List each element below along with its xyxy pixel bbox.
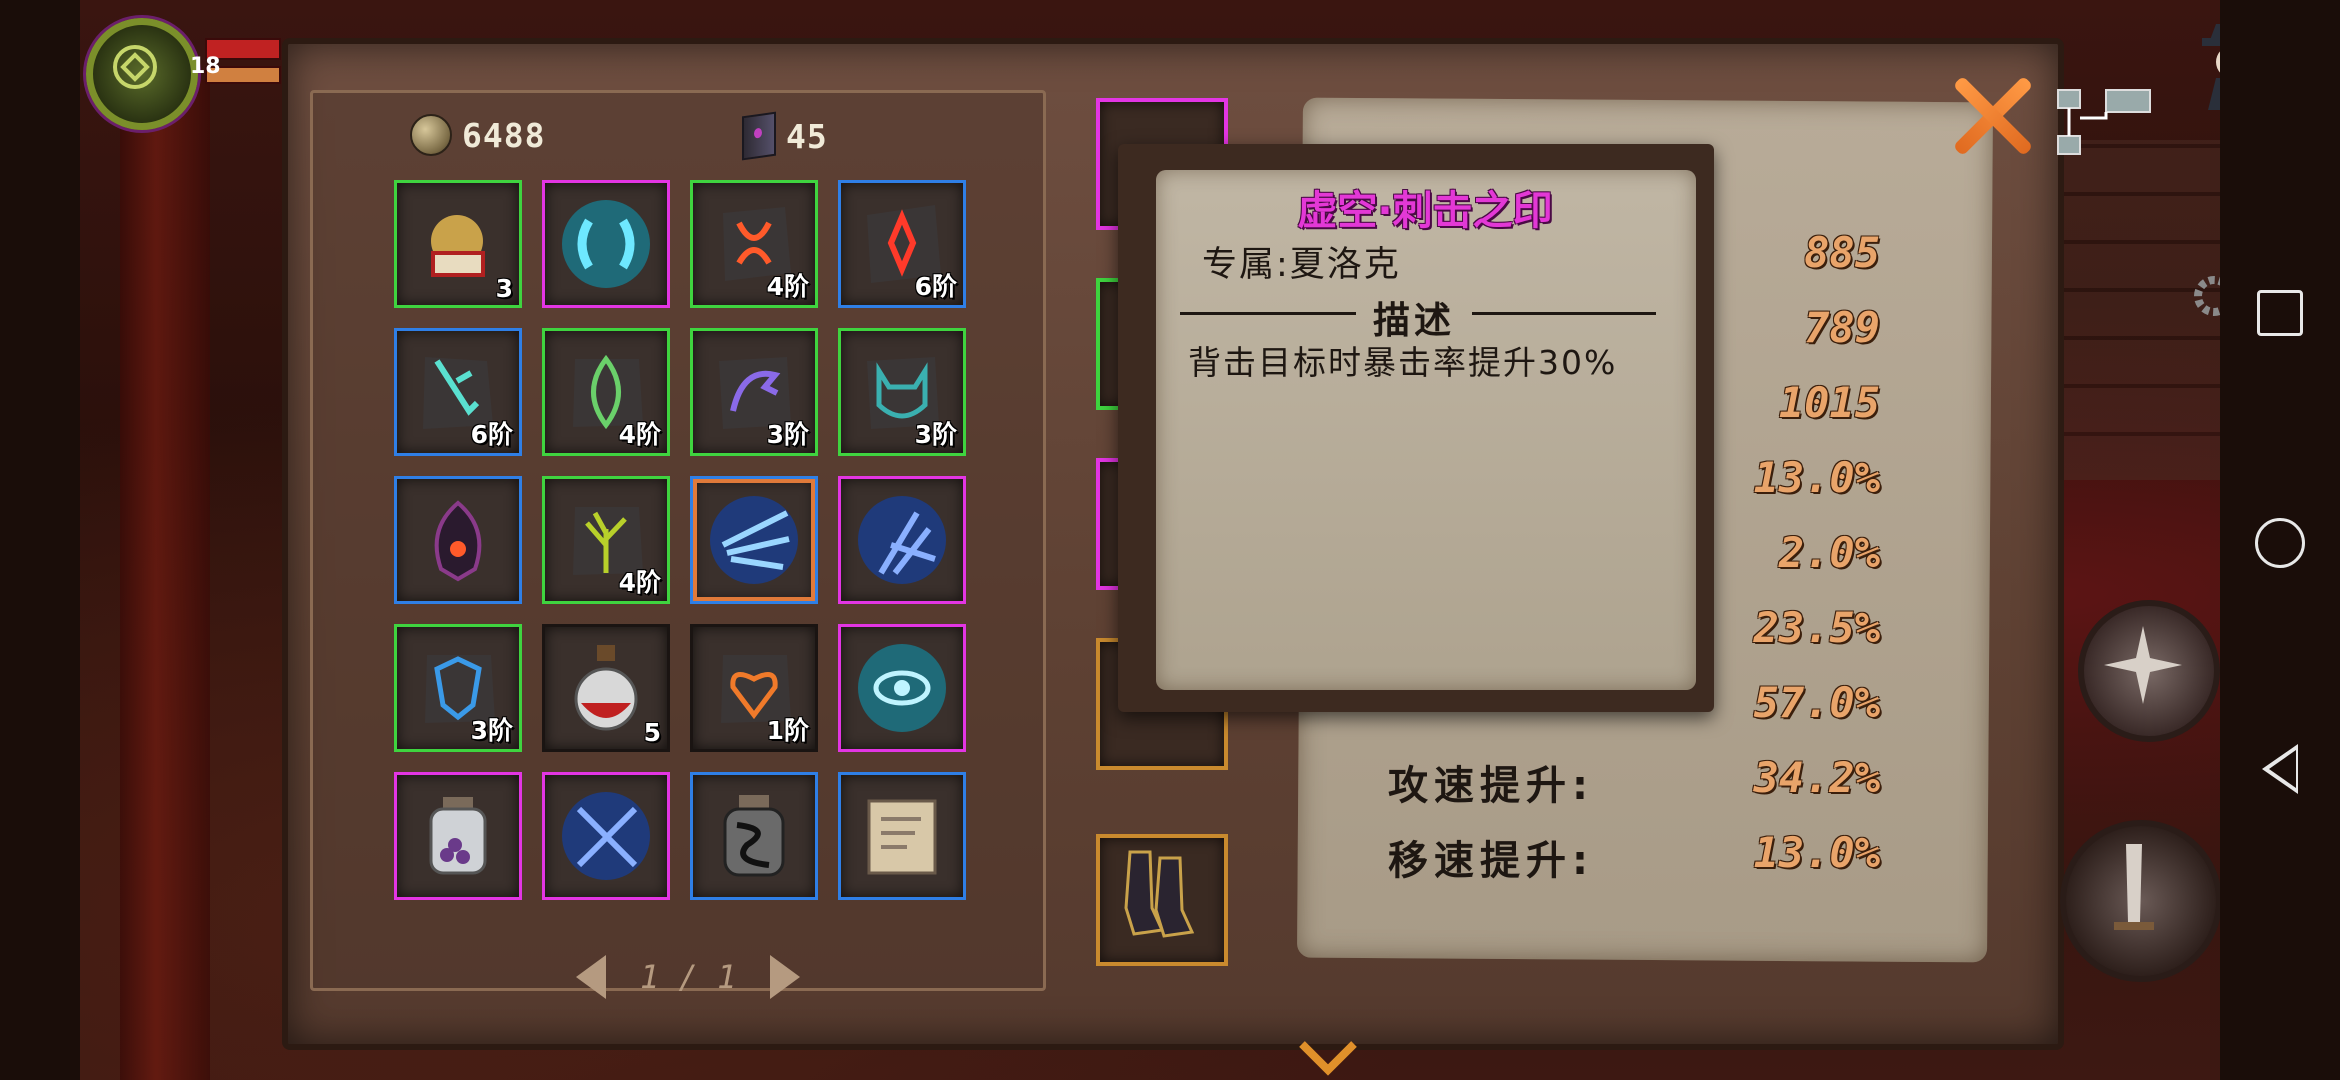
inventory-slot[interactable]: 3阶 [690,328,818,456]
inventory-slot[interactable] [838,772,966,900]
item-rank: 4阶 [766,272,809,301]
item-rank: 6阶 [914,272,957,301]
inventory-slot[interactable] [394,476,522,604]
tooltip-description: 背击目标时暴击率提升30% [1188,343,1618,382]
item-rank: 5 [643,718,661,747]
stat-label: 移速提升: [1388,838,1594,884]
stat-value: 13.0% [1753,828,1880,877]
player-level: 18 [190,54,221,79]
gold-amount: 6488 [462,115,546,155]
stat-value: 23.5% [1753,603,1880,652]
inventory-slot[interactable] [838,624,966,752]
item-rank: 3阶 [470,716,513,745]
inventory-slot[interactable]: 5 [542,624,670,752]
home-button[interactable] [2255,518,2305,568]
shuriken-icon [2104,626,2182,704]
item-rank: 4阶 [618,420,661,449]
inventory-slot[interactable]: 3阶 [394,624,522,752]
inventory-slot[interactable]: 6阶 [394,328,522,456]
skill-shuriken-button[interactable] [2078,600,2220,742]
chevron-down-icon[interactable] [1298,1040,1358,1080]
equip-slot-boots[interactable] [1096,834,1228,966]
coin-icon [410,114,452,156]
item-rank: 1阶 [766,716,809,745]
blade-seal-icon [858,496,946,584]
inventory-slot[interactable] [542,772,670,900]
previous-page-button[interactable] [576,955,606,999]
book-counter: 45 [742,111,828,161]
inventory-slot[interactable]: 3阶 [838,328,966,456]
stat-value: 2.0% [1778,528,1880,577]
red-curtain [120,80,210,1080]
tooltip-divider-right [1472,312,1656,315]
tooltip-exclusive: 专属:夏洛克 [1202,245,1401,285]
back-button[interactable] [2262,744,2298,794]
item-rank: 3 [495,274,513,303]
inventory-slot[interactable] [838,476,966,604]
dark-gem-icon [434,500,482,582]
tooltip-divider-left [1180,312,1356,315]
stat-row: 移速提升: 13.0% [1300,824,1990,884]
next-page-button[interactable] [770,955,801,999]
stat-value: 1015 [1778,378,1880,427]
page-indicator: 1 / 1 [640,958,737,996]
inventory-slot[interactable]: 1阶 [690,624,818,752]
minimap[interactable] [2056,88,2156,162]
red-potion-icon [574,645,638,731]
inventory-slot[interactable]: 4阶 [690,180,818,308]
stat-value: 34.2% [1753,753,1880,802]
void-rune-icon [562,200,650,288]
player-avatar[interactable] [86,18,198,130]
berry-jar-icon [429,797,487,875]
tooltip-heading: 描述 [1373,299,1455,342]
stat-value: 13.0% [1753,453,1880,502]
item-rank: 4阶 [618,568,661,597]
pager: 1 / 1 [576,955,801,999]
item-rank: 3阶 [914,420,957,449]
book-amount: 45 [786,116,828,156]
ink-jar-icon [723,795,785,877]
stat-value: 57.0% [1753,678,1880,727]
stat-value: 789 [1804,303,1880,352]
map-scroll-icon [867,799,937,875]
inventory-slot[interactable]: 4阶 [542,328,670,456]
inventory-slot[interactable]: 6阶 [838,180,966,308]
close-button[interactable] [1946,70,2036,160]
eye-seal-icon [858,644,946,732]
inventory-slot[interactable] [394,772,522,900]
boots-icon [1124,850,1195,938]
recent-apps-button[interactable] [2257,290,2303,336]
system-nav-bar [2220,0,2340,1080]
inventory-slot[interactable] [690,772,818,900]
stat-label: 攻速提升: [1388,763,1594,809]
inventory-grid: 3 4阶 6阶 6阶 4阶 3阶 3阶 4阶 3阶 5 1阶 [394,180,966,900]
tooltip-title: 虚空·刺击之印 [1297,188,1553,234]
rune-emblem-icon [113,45,157,89]
stat-value: 885 [1804,228,1880,277]
item-rank: 6阶 [470,420,513,449]
gold-counter: 6488 [410,114,545,156]
cross-blades-icon [562,792,650,880]
stat-row: 攻速提升: 34.2% [1300,749,1990,809]
attack-dagger-button[interactable] [2060,820,2222,982]
inventory-slot[interactable]: 3 [394,180,522,308]
dagger-icon [2114,844,2154,930]
strike-seal-icon [710,496,798,584]
spellbook-icon [742,111,776,161]
inventory-slot[interactable]: 4阶 [542,476,670,604]
item-rank: 3阶 [766,420,809,449]
inventory-slot[interactable] [542,180,670,308]
inventory-slot[interactable] [690,476,818,604]
gift-bell-icon [431,215,485,277]
